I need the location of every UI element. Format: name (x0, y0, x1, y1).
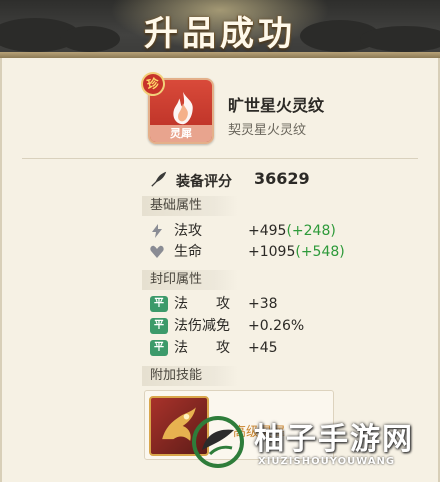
seal-label: 法 攻 (174, 340, 230, 356)
attr-label: 法攻 (174, 223, 202, 239)
attr-value: +495(+248) (248, 223, 336, 239)
seal-badge: 平 (150, 296, 168, 312)
attr-value: +1095(+548) (248, 244, 345, 260)
seal-value: +38 (248, 296, 278, 312)
item-type-tag: 灵犀 (150, 125, 212, 142)
result-header: 升品成功 (0, 0, 440, 58)
divider (22, 158, 418, 159)
item-name: 旷世星火灵纹 (228, 96, 325, 115)
flame-icon (173, 91, 193, 125)
score-value: 36629 (254, 169, 310, 188)
score-label: 装备评分 (176, 174, 232, 190)
seal-label: 法 攻 (174, 296, 230, 312)
seal-badge: 平 (150, 340, 168, 356)
watermark: 柚子手游网 XIUZISHOUYOUWANG (188, 400, 440, 482)
heart-icon (150, 245, 164, 258)
quill-icon (151, 171, 167, 187)
item-subtitle: 契灵星火灵纹 (228, 123, 307, 138)
seal-label: 法伤减免 (174, 318, 230, 334)
lightning-icon (152, 224, 162, 238)
seal-badge: 平 (150, 318, 168, 334)
watermark-text: 柚子手游网 (254, 422, 414, 457)
watermark-subtext: XIUZISHOUYOUWANG (258, 456, 396, 467)
attr-label: 生命 (174, 244, 202, 260)
section-skills: 附加技能 (142, 366, 238, 386)
section-base-attrs: 基础属性 (142, 196, 238, 216)
watermark-logo-icon (192, 416, 244, 468)
seal-value: +45 (248, 340, 278, 356)
section-seal-attrs: 封印属性 (142, 270, 238, 290)
page-title: 升品成功 (144, 14, 296, 54)
seal-value: +0.26% (248, 318, 305, 334)
